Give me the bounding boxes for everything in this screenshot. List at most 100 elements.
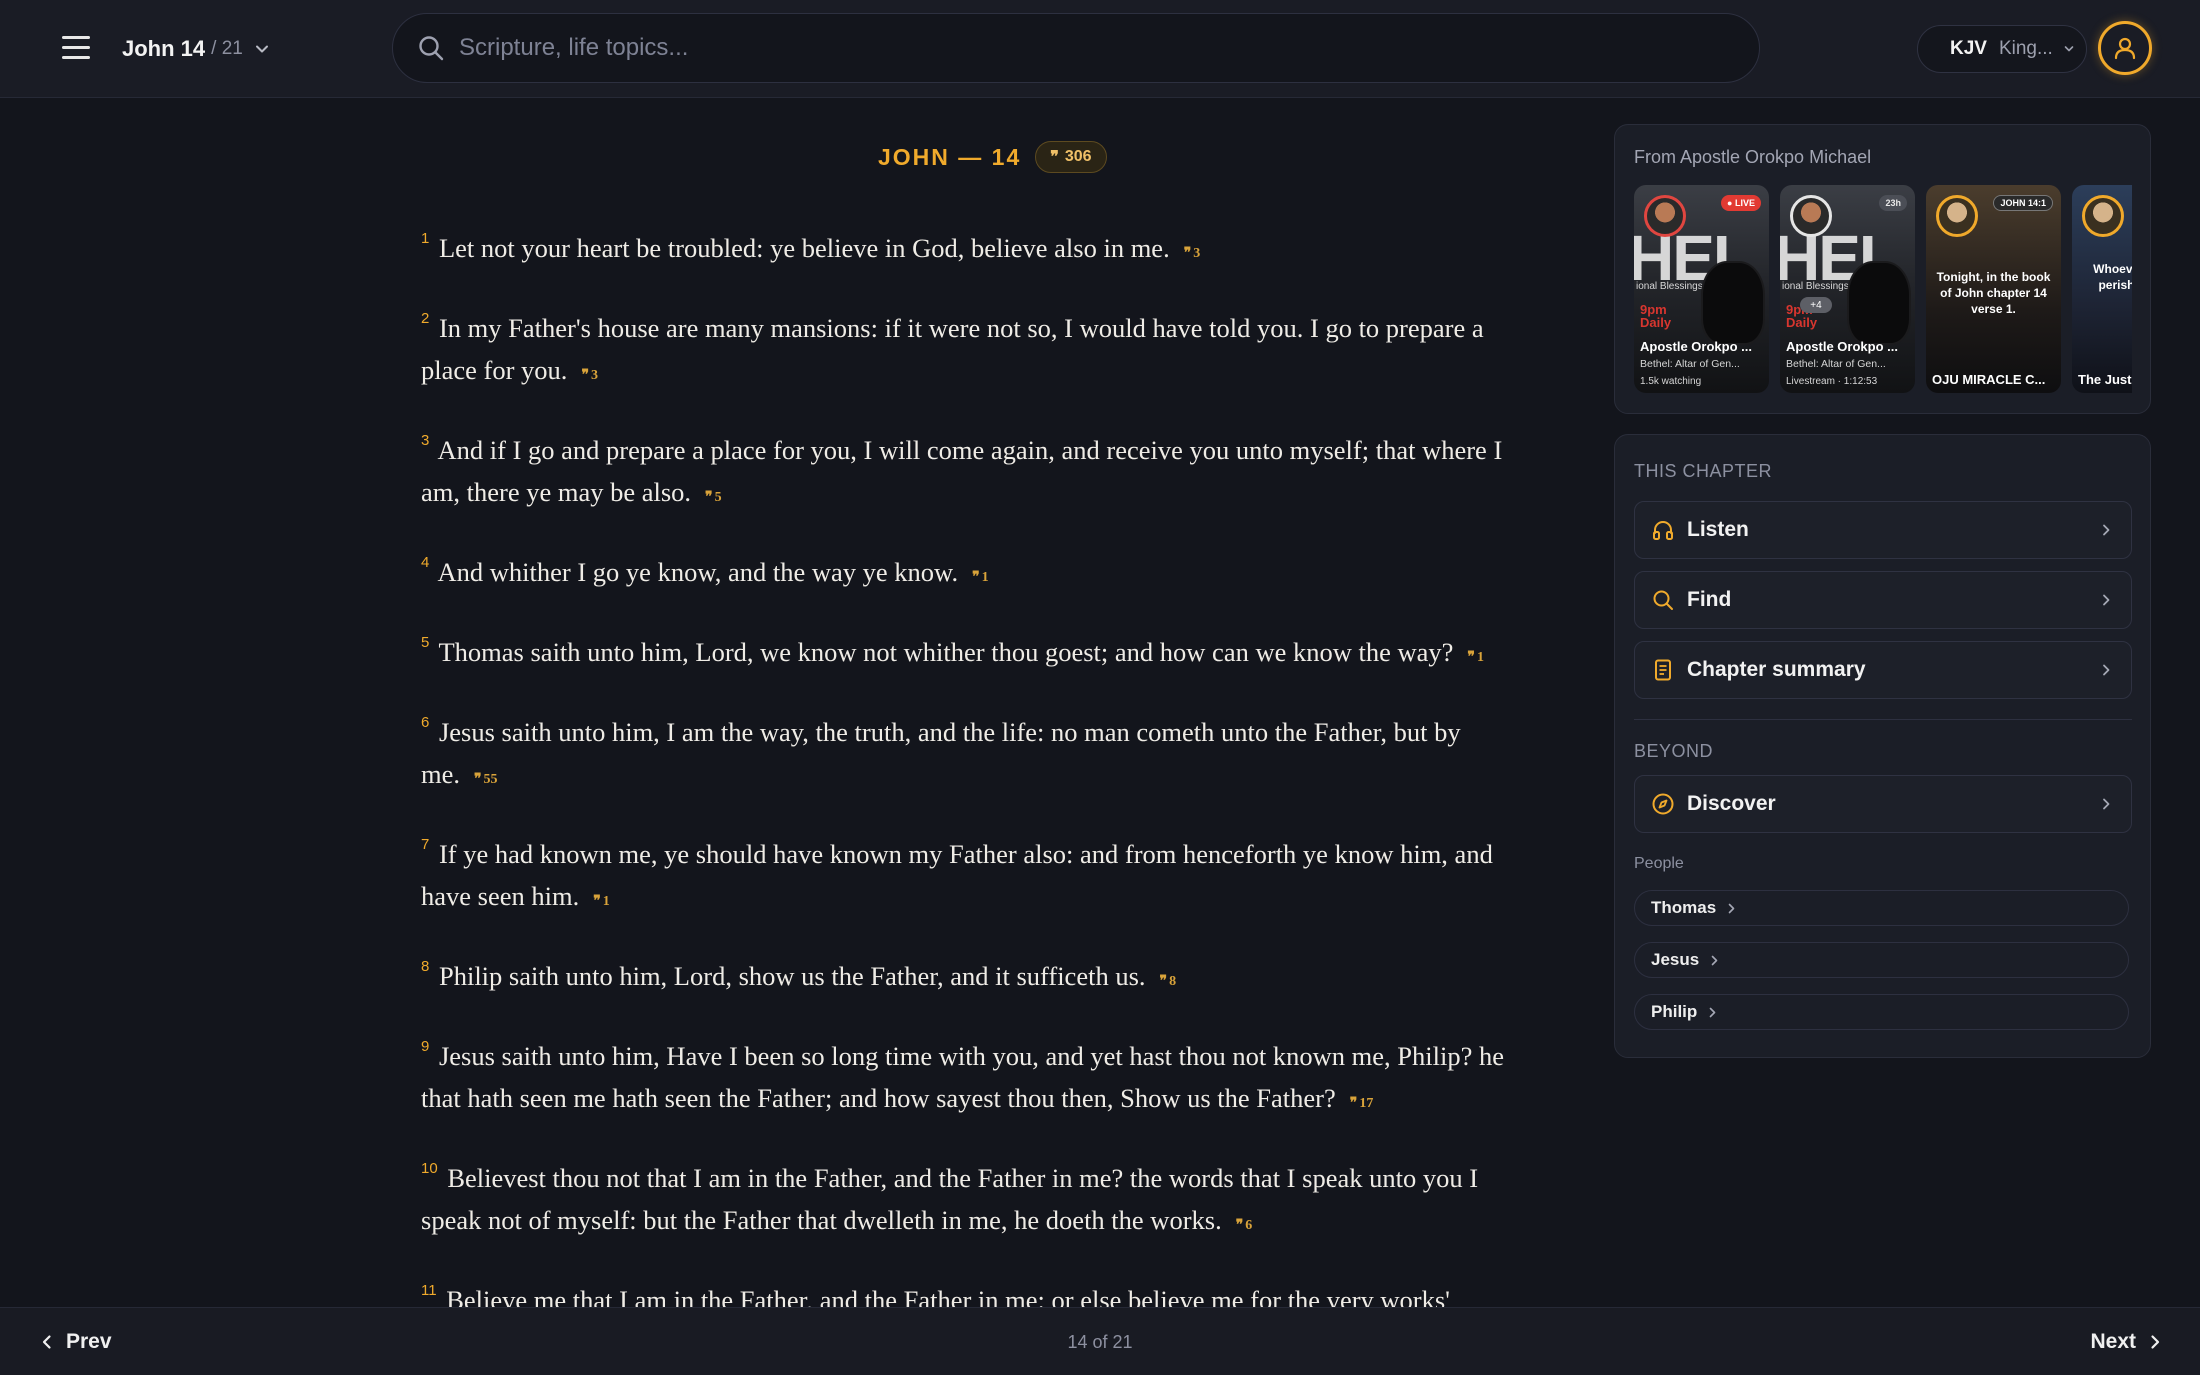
verse-xref-button[interactable]: ❞ 5 bbox=[705, 490, 722, 505]
verse-number: 4 bbox=[421, 554, 430, 571]
chevron-right-icon bbox=[2103, 664, 2110, 676]
chapter-title: JOHN — 14 bbox=[878, 143, 1022, 170]
verse[interactable]: 4 And whither I go ye know, and the way … bbox=[421, 542, 1531, 599]
person-chip[interactable]: Jesus bbox=[1634, 942, 2129, 978]
verse-number: 10 bbox=[421, 1160, 438, 1177]
verse-xref-button[interactable]: ❞ 8 bbox=[1160, 974, 1177, 989]
story-quote: Tonight, in the book of John chapter 14 … bbox=[1936, 270, 2051, 316]
quote-icon: ❞ bbox=[593, 894, 601, 909]
story-card[interactable]: JOHN 14:1 Tonight, in the book of John c… bbox=[1926, 185, 2061, 393]
search-bar[interactable] bbox=[392, 13, 1760, 83]
chevron-right-icon bbox=[1711, 955, 1718, 965]
person-chip[interactable]: Thomas bbox=[1634, 890, 2129, 926]
version-selector[interactable]: KJV King... bbox=[1917, 25, 2087, 73]
verse[interactable]: 6 Jesus saith unto him, I am the way, th… bbox=[421, 702, 1531, 801]
story-avatar bbox=[1644, 195, 1686, 237]
verse[interactable]: 2 In my Father's house are many mansions… bbox=[421, 298, 1531, 397]
search-input[interactable] bbox=[459, 14, 1759, 82]
verse-xref-button[interactable]: ❞ 3 bbox=[581, 368, 598, 383]
verse[interactable]: 8 Philip saith unto him, Lord, show us t… bbox=[421, 946, 1531, 1003]
story-card[interactable]: Whoeve... in him... perish... everla... … bbox=[2072, 185, 2132, 393]
story-avatar bbox=[1790, 195, 1832, 237]
story-red-text: 9pm Daily bbox=[1640, 302, 1672, 330]
verse-xref-button[interactable]: ❞ 55 bbox=[474, 772, 498, 787]
verse[interactable]: 5 Thomas saith unto him, Lord, we know n… bbox=[421, 622, 1531, 679]
find-button[interactable]: Find bbox=[1634, 571, 2132, 629]
verse-xref-button[interactable]: ❞ 1 bbox=[972, 570, 989, 585]
verse-text: Thomas saith unto him, Lord, we know not… bbox=[438, 637, 1454, 667]
verse[interactable]: 9 Jesus saith unto him, Have I been so l… bbox=[421, 1026, 1531, 1125]
story-card[interactable]: HEL ional Blessings 9pm Daily 23h +4 Apo… bbox=[1780, 185, 1915, 393]
verse-number: 2 bbox=[421, 310, 430, 327]
stories-title: From Apostle Orokpo Michael bbox=[1634, 147, 1872, 167]
chapter-xref-badge[interactable]: ❞ 306 bbox=[1035, 141, 1107, 173]
verse[interactable]: 7 If ye had known me, ye should have kno… bbox=[421, 824, 1531, 923]
chevron-right-icon bbox=[2151, 1335, 2160, 1349]
chapter-total-label: / 21 bbox=[211, 38, 243, 59]
verse-text: Jesus saith unto him, Have I been so lon… bbox=[421, 1041, 1504, 1113]
find-label: Find bbox=[1687, 588, 1732, 611]
next-chapter-button[interactable]: Next bbox=[2090, 1326, 2164, 1358]
story-card[interactable]: HEL ional Blessings 9pm Daily ● LIVE Apo… bbox=[1634, 185, 1769, 393]
chevron-down-icon bbox=[2064, 46, 2074, 52]
user-icon bbox=[2114, 37, 2136, 60]
person-name: Thomas bbox=[1651, 898, 1717, 917]
quote-icon: ❞ bbox=[1467, 650, 1475, 665]
verse[interactable]: 3 And if I go and prepare a place for yo… bbox=[421, 420, 1531, 519]
story-thumbnail bbox=[1849, 263, 1909, 343]
verse[interactable]: 10 Believest thou not that I am in the F… bbox=[421, 1148, 1531, 1247]
verse-number: 3 bbox=[421, 432, 430, 449]
chevron-right-icon bbox=[2103, 798, 2110, 810]
verse[interactable]: 1 Let not your heart be troubled: ye bel… bbox=[421, 218, 1531, 275]
verse-xref-count: 55 bbox=[483, 772, 498, 787]
verse-xref-count: 17 bbox=[1359, 1096, 1374, 1111]
story-title: Apostle Orokpo ... bbox=[1786, 339, 1898, 354]
verse-number: 7 bbox=[421, 836, 430, 853]
profile-avatar-button[interactable] bbox=[2098, 21, 2152, 75]
verse-xref-button[interactable]: ❞ 3 bbox=[1184, 246, 1201, 261]
page-indicator: 14 of 21 bbox=[1067, 1332, 1133, 1352]
verse-xref-button[interactable]: ❞ 1 bbox=[1467, 650, 1484, 665]
verse-text: And if I go and prepare a place for you,… bbox=[421, 435, 1503, 507]
person-name: Jesus bbox=[1651, 950, 1700, 969]
chapter-summary-button[interactable]: Chapter summary bbox=[1634, 641, 2132, 699]
verse-xref-count: 1 bbox=[981, 570, 989, 585]
stories-carousel[interactable]: HEL ional Blessings 9pm Daily ● LIVE Apo… bbox=[1634, 185, 2132, 395]
quote-icon: ❞ bbox=[1050, 149, 1059, 166]
bottom-nav: Prev 14 of 21 Next bbox=[0, 1307, 2200, 1375]
section-divider bbox=[1634, 719, 2132, 720]
discover-label: Discover bbox=[1687, 792, 1776, 815]
verse-number: 6 bbox=[421, 714, 430, 731]
verse-text: Let not your heart be troubled: ye belie… bbox=[438, 233, 1170, 263]
verse-xref-button[interactable]: ❞ 17 bbox=[1350, 1096, 1374, 1111]
verse-number: 8 bbox=[421, 958, 430, 975]
stories-panel: From Apostle Orokpo Michael HEL ional Bl… bbox=[1614, 124, 2151, 414]
verse-text: And whither I go ye know, and the way ye… bbox=[437, 557, 959, 587]
live-badge: ● LIVE bbox=[1721, 195, 1761, 211]
chapter-xref-count: 306 bbox=[1064, 148, 1092, 165]
verse-text: Philip saith unto him, Lord, show us the… bbox=[438, 961, 1146, 991]
chapter-heading: JOHN — 14 ❞ 306 bbox=[878, 140, 1107, 174]
headphones-icon bbox=[1653, 521, 1673, 540]
top-bar: John 14 / 21 KJV King... bbox=[0, 0, 2200, 98]
listen-button[interactable]: Listen bbox=[1634, 501, 2132, 559]
verse-list: 1 Let not your heart be troubled: ye bel… bbox=[421, 218, 1531, 1375]
person-chip[interactable]: Philip bbox=[1634, 994, 2129, 1030]
quote-icon: ❞ bbox=[1349, 1096, 1358, 1111]
time-badge: 23h bbox=[1879, 195, 1907, 211]
quote-icon: ❞ bbox=[581, 368, 589, 383]
quote-icon: ❞ bbox=[705, 490, 713, 505]
document-icon bbox=[1655, 659, 1671, 681]
verse-xref-button[interactable]: ❞ 6 bbox=[1236, 1218, 1253, 1233]
verse-xref-count: 1 bbox=[1476, 650, 1484, 665]
verse-xref-button[interactable]: ❞ 1 bbox=[593, 894, 610, 909]
discover-button[interactable]: Discover bbox=[1634, 775, 2132, 833]
story-title: Apostle Orokpo ... bbox=[1640, 339, 1752, 354]
verse-number: 5 bbox=[421, 634, 430, 651]
story-meta: 1.5k watching bbox=[1640, 376, 1702, 387]
person-name: Philip bbox=[1651, 1002, 1698, 1021]
verse-xref-count: 5 bbox=[714, 490, 722, 505]
next-label: Next bbox=[2090, 1330, 2136, 1353]
chapter-picker[interactable]: John 14 / 21 bbox=[122, 34, 269, 64]
menu-icon[interactable] bbox=[62, 36, 90, 60]
